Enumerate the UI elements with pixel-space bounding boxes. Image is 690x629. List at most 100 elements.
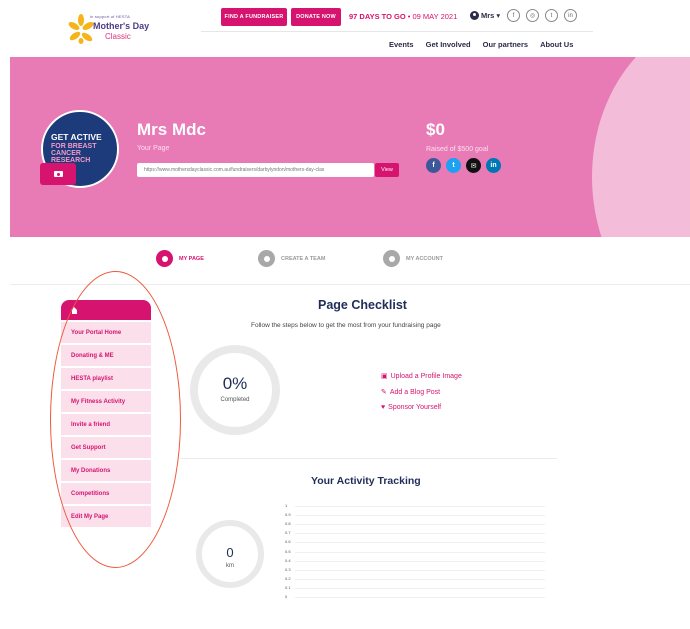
nav-about-us[interactable]: About Us [540,40,573,49]
event-countdown: 97 DAYS TO GO • 09 MAY 2021 [349,12,457,21]
y-tick-label: 0.6 [285,539,291,545]
share-email-icon[interactable]: ✉ [466,158,481,173]
chart-gridline [295,597,545,598]
edit-icon: ✎ [381,389,387,396]
instagram-icon[interactable]: ◎ [526,9,539,22]
chart-gridline [295,578,545,580]
site-header: in support of HESTA Mother's Day Classic… [0,0,690,57]
checklist-item-label: Add a Blog Post [389,388,441,396]
distance-value: 0 [226,545,234,560]
find-fundraiser-button[interactable]: FIND A FUNDRAISER [221,8,287,26]
header-divider [201,31,593,32]
sidebar-item-hesta-playlist[interactable]: HESTA playlist [61,368,151,389]
share-facebook-icon[interactable]: f [426,158,441,173]
profile-hero: GET ACTIVE FOR BREAST CANCER RESEARCH Mr… [10,57,690,237]
sidebar-item-edit-page[interactable]: Edit My Page [61,506,151,527]
activity-title: Your Activity Tracking [311,475,421,487]
checklist-title: Page Checklist [318,298,407,312]
sidebar-home-header[interactable] [61,300,151,320]
social-links: f ◎ t in [507,9,577,22]
badge-line2: FOR BREAST CANCER RESEARCH [51,143,97,164]
checklist-item-label: Sponsor Yourself [388,404,442,411]
tab-my-page-label: MY PAGE [179,255,204,262]
main-nav: Events Get Involved Our partners About U… [389,40,573,49]
chart-gridline [295,515,545,517]
chart-gridline [295,587,545,589]
profile-subtitle: Your Page [137,145,170,152]
logo-name-classic: Classic [105,32,131,41]
chart-gridline [295,506,545,507]
linkedin-icon[interactable]: in [564,9,577,22]
sidebar-item-invite-friend[interactable]: Invite a friend [61,414,151,435]
chevron-down-icon: ▾ [496,11,501,20]
checklist-subtitle: Follow the steps below to get the most f… [251,322,441,329]
user-icon [156,250,173,267]
tabs-divider [10,284,690,285]
sidebar-item-portal-home[interactable]: Your Portal Home [61,322,151,343]
portal-sidebar: Your Portal Home Donating & ME HESTA pla… [61,300,151,527]
mothers-day-classic-logo[interactable]: in support of HESTA Mother's Day Classic [68,12,150,46]
user-menu[interactable]: Mrs ▾ [470,11,500,20]
team-icon [258,250,275,267]
y-tick-label: 0.8 [285,521,291,527]
donate-now-button[interactable]: DONATE NOW [291,8,341,26]
page-url-field[interactable]: https://www.mothersdayclassic.com.au/fun… [137,163,374,177]
change-photo-button[interactable] [40,163,76,185]
chart-gridline [295,524,545,526]
chart-gridline [295,569,545,571]
completion-label: Completed [220,397,250,403]
camera-icon [53,171,63,177]
share-linkedin-icon[interactable]: in [486,158,501,173]
checklist-add-blog-link[interactable]: ✎ Add a Blog Post [381,388,441,397]
user-menu-label: Mrs [481,11,495,20]
facebook-icon[interactable]: f [507,9,520,22]
user-icon [470,11,479,20]
y-tick-label: 0.1 [285,584,291,590]
section-divider [180,458,557,459]
view-page-button[interactable]: View [375,163,399,177]
nav-get-involved[interactable]: Get Involved [426,40,471,49]
nav-events[interactable]: Events [389,40,414,49]
distance-unit: km [226,563,234,569]
goal-text: Raised of $500 goal [426,146,489,153]
countdown-days: 97 DAYS TO GO [349,12,406,21]
logo-tagline: in support of HESTA [90,14,130,19]
raised-amount: $0 [426,120,445,139]
chart-gridline [295,551,545,553]
sidebar-item-my-donations[interactable]: My Donations [61,460,151,481]
gear-icon [383,250,400,267]
tab-my-account[interactable]: MY ACCOUNT [383,250,443,267]
checklist-upload-image-link[interactable]: ▣ Upload a Profile Image [381,372,462,381]
sidebar-item-get-support[interactable]: Get Support [61,437,151,458]
chart-gridline [295,560,545,562]
y-tick-label: 0 [285,594,288,599]
chart-gridline [295,533,545,535]
tab-create-team[interactable]: CREATE A TEAM [258,250,325,267]
tab-my-account-label: MY ACCOUNT [406,255,443,262]
profile-name: Mrs Mdc [137,120,206,139]
y-tick-label: 1 [285,503,288,508]
y-tick-label: 0.4 [285,557,291,563]
checklist-sponsor-link[interactable]: ♥ Sponsor Yourself [381,404,441,411]
completion-percent: 0% [222,374,248,393]
hero-decor-curve [592,57,690,237]
badge-line1: GET ACTIVE [51,132,102,142]
nav-our-partners[interactable]: Our partners [483,40,528,49]
checklist-item-label: Upload a Profile Image [390,372,462,380]
heart-icon: ♥ [381,404,386,411]
y-tick-label: 0.3 [285,566,291,572]
sidebar-item-competitions[interactable]: Competitions [61,483,151,504]
share-twitter-icon[interactable]: t [446,158,461,173]
y-tick-label: 0.2 [285,575,291,581]
tab-my-page[interactable]: MY PAGE [156,250,204,267]
sidebar-item-fitness-activity[interactable]: My Fitness Activity [61,391,151,412]
twitter-icon[interactable]: t [545,9,558,22]
sidebar-item-donating-me[interactable]: Donating & ME [61,345,151,366]
logo-name: Mother's Day [93,21,150,31]
y-tick-label: 0.9 [285,512,291,518]
y-tick-label: 0.7 [285,530,291,536]
image-icon: ▣ [381,373,388,380]
home-icon [71,306,78,314]
y-tick-label: 0.5 [285,548,291,554]
countdown-date: • 09 MAY 2021 [405,12,458,21]
